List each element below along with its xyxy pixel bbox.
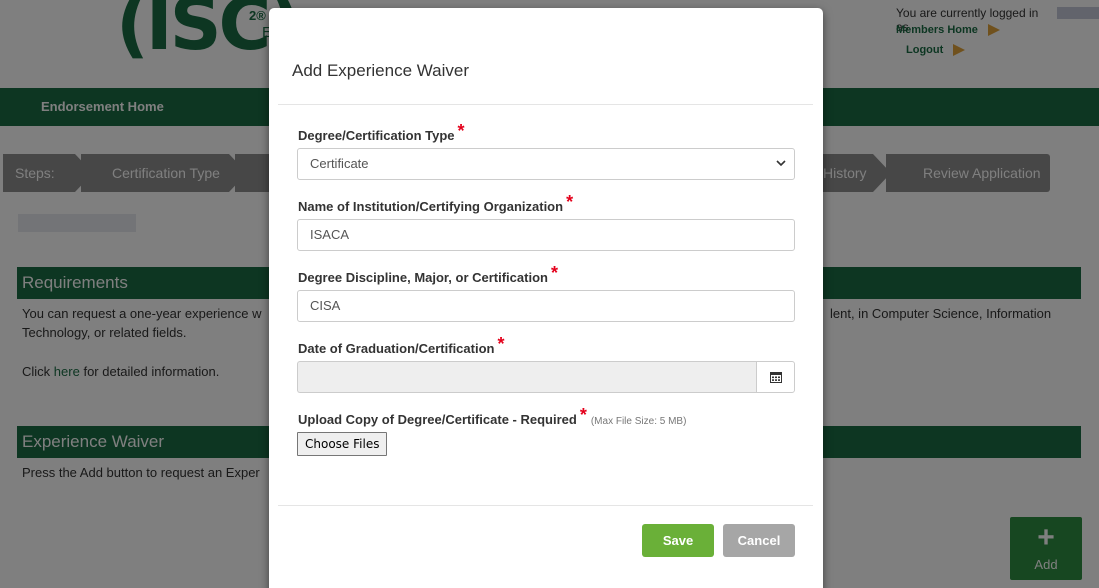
discipline-label: Degree Discipline, Major, or Certificati… — [298, 263, 558, 287]
institution-label-text: Name of Institution/Certifying Organizat… — [298, 199, 564, 214]
calendar-icon — [769, 372, 782, 383]
upload-label-text: Upload Copy of Degree/Certificate - Requ… — [298, 412, 577, 427]
required-asterisk: * — [579, 405, 587, 425]
date-label-text: Date of Graduation/Certification — [298, 341, 495, 356]
institution-input[interactable]: ISACA — [297, 219, 795, 251]
discipline-input[interactable]: CISA — [297, 290, 795, 322]
modal-footer-divider — [278, 505, 813, 506]
type-label: Degree/Certification Type * — [298, 121, 465, 145]
calendar-button[interactable] — [756, 361, 795, 393]
modal-header-divider — [278, 104, 813, 105]
modal-title: Add Experience Waiver — [292, 61, 470, 80]
required-asterisk: * — [550, 263, 558, 283]
max-file-size-hint: (Max File Size: 5 MB) — [590, 416, 687, 427]
date-input[interactable] — [297, 361, 757, 393]
chevron-down-icon — [776, 160, 786, 167]
required-asterisk: * — [566, 192, 574, 212]
cancel-button[interactable]: Cancel — [723, 524, 795, 557]
save-button[interactable]: Save — [642, 524, 714, 557]
certification-type-value: Certificate — [310, 156, 369, 171]
required-asterisk: * — [457, 121, 465, 141]
choose-files-button[interactable]: Choose Files — [297, 432, 388, 456]
add-experience-waiver-modal: Add Experience Waiver Degree/Certificati… — [269, 8, 823, 588]
institution-label: Name of Institution/Certifying Organizat… — [298, 192, 574, 216]
discipline-label-text: Degree Discipline, Major, or Certificati… — [298, 270, 548, 285]
upload-label: Upload Copy of Degree/Certificate - Requ… — [298, 405, 687, 429]
type-label-text: Degree/Certification Type — [298, 128, 455, 143]
date-label: Date of Graduation/Certification * — [298, 334, 505, 358]
required-asterisk: * — [497, 334, 505, 354]
certification-type-select[interactable]: Certificate — [297, 148, 795, 180]
